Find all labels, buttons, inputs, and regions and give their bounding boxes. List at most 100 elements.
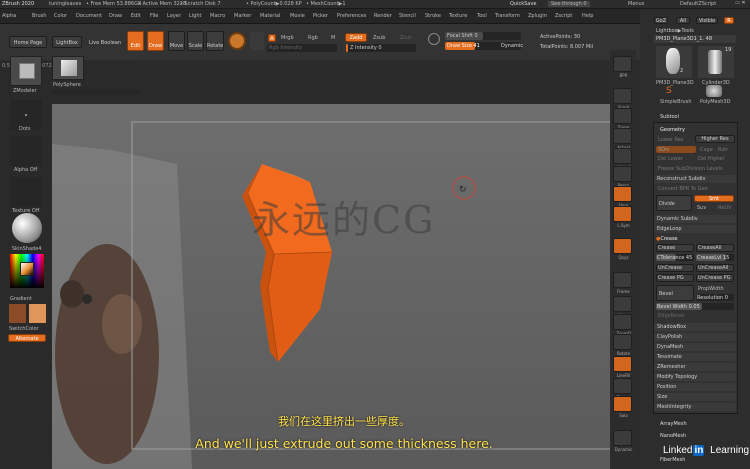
menu-alpha[interactable]: Alpha xyxy=(2,13,16,19)
actual-button[interactable]: Actual xyxy=(613,128,632,150)
menu-brush[interactable]: Brush xyxy=(32,13,46,19)
linefill-button[interactable]: LineFill xyxy=(613,356,632,378)
menu-macro[interactable]: Macro xyxy=(210,13,225,19)
frame-button[interactable]: Frame xyxy=(613,272,632,294)
menu-edit[interactable]: Edit xyxy=(131,13,141,19)
menu-color[interactable]: Color xyxy=(54,13,67,19)
menu-transform[interactable]: Transform xyxy=(495,13,520,19)
menu-marker[interactable]: Marker xyxy=(234,13,251,19)
menu-movie[interactable]: Movie xyxy=(290,13,305,19)
claypolish-button[interactable]: ClayPolish xyxy=(654,333,736,341)
modify-topology-button[interactable]: Modify Topology xyxy=(654,373,736,381)
menu-zscript[interactable]: Zscript xyxy=(555,13,572,19)
menus-toggle[interactable]: Menus xyxy=(628,1,644,7)
menu-help[interactable]: Help xyxy=(582,13,593,19)
alternate-button[interactable]: Alternate xyxy=(8,334,46,342)
uncrease-pg-button[interactable]: UnCrease PG xyxy=(696,274,734,282)
bevel-width-slider[interactable]: Bevel Width 0.05 xyxy=(656,303,734,310)
edit-button[interactable]: Edit xyxy=(127,31,144,51)
live-boolean-button[interactable]: Live Boolean xyxy=(86,36,124,48)
polymesh-icon[interactable] xyxy=(706,85,722,97)
floor-button[interactable]: Floor xyxy=(613,186,632,208)
lower-res-button[interactable]: Lower Res xyxy=(658,137,684,143)
dynamic-subdiv-button[interactable]: Dynamic Subdiv xyxy=(654,215,736,223)
zoom3d-button[interactable]: ZoomD xyxy=(613,314,632,336)
simplebrush-icon[interactable]: S xyxy=(666,86,678,96)
primary-color-swatch[interactable] xyxy=(9,304,26,323)
scroll-button[interactable]: Scroll xyxy=(613,88,632,110)
menu-stroke[interactable]: Stroke xyxy=(425,13,441,19)
aahalf-button[interactable]: AAHalf xyxy=(613,148,632,170)
zremesher-button[interactable]: ZRemesher xyxy=(654,363,736,371)
size-button[interactable]: Size xyxy=(654,393,736,401)
current-tool-slider[interactable]: PM3D_Plane3D1_1. 48 xyxy=(654,35,736,43)
meshintegrity-button[interactable]: MeshIntegrity xyxy=(654,403,736,411)
rstr-button[interactable]: Rstr xyxy=(718,147,728,153)
creaselvl-slider[interactable]: CreaseLvl 15 xyxy=(696,254,734,261)
reuv-button[interactable]: ReUV xyxy=(718,205,731,211)
edgeloop-button[interactable]: EdgeLoop xyxy=(654,225,736,233)
reconstruct-subdiv-button[interactable]: Reconstruct Subdiv xyxy=(654,175,736,183)
sdiv-slider[interactable]: SDiv xyxy=(656,146,696,153)
resolution-slider[interactable]: Resolution 0 xyxy=(696,294,734,301)
quicksave-button[interactable]: QuickSave xyxy=(510,1,536,7)
suv-toggle[interactable]: Suv xyxy=(697,205,706,211)
color-picker[interactable] xyxy=(10,254,44,288)
menu-layer[interactable]: Layer xyxy=(167,13,181,19)
dynamic-toggle[interactable]: Dynamic xyxy=(501,43,523,49)
alpha-icon[interactable] xyxy=(10,136,42,166)
secondary-color-swatch[interactable] xyxy=(29,304,46,323)
dynamesh-button[interactable]: DynaMesh xyxy=(654,343,736,351)
color-swatch-icon[interactable] xyxy=(250,32,264,50)
draw-button[interactable]: Draw xyxy=(147,31,164,51)
texture-icon[interactable] xyxy=(10,177,42,207)
lsym-button[interactable]: L.Sym xyxy=(613,206,632,228)
all-button[interactable]: All xyxy=(676,17,690,24)
uncrease-button[interactable]: UnCrease xyxy=(656,264,694,272)
tessimate-button[interactable]: Tessimate xyxy=(654,353,736,361)
zadd-toggle[interactable]: Zadd xyxy=(345,33,367,42)
draw-size-slider[interactable]: Draw Size 41 Dynamic xyxy=(445,42,523,50)
shadowbox-button[interactable]: ShadowBox xyxy=(654,323,736,331)
freeze-subdiv-button[interactable]: Freeze SubDivision Levels xyxy=(658,166,723,172)
position-button[interactable]: Position xyxy=(654,383,736,391)
material-sphere-icon[interactable] xyxy=(12,213,42,243)
menu-file[interactable]: File xyxy=(150,13,158,19)
zsub-toggle[interactable]: Zsub xyxy=(373,35,385,41)
move-button[interactable]: Move xyxy=(168,31,185,51)
ctolerance-slider[interactable]: CTolerance 45 xyxy=(656,254,694,261)
arraymesh-header[interactable]: ArrayMesh xyxy=(660,421,687,427)
convert-bpr-button[interactable]: Convert BPR To Geo xyxy=(658,186,708,192)
propwidth-toggle[interactable]: PropWidth xyxy=(698,286,724,292)
menu-stencil[interactable]: Stencil xyxy=(399,13,416,19)
smt-toggle[interactable]: Smt xyxy=(694,195,734,202)
menu-picker[interactable]: Picker xyxy=(313,13,328,19)
focal-shift-slider[interactable]: Focal Shift 0 xyxy=(445,32,521,40)
zcut-toggle[interactable]: Zcut xyxy=(400,35,411,41)
menu-texture[interactable]: Texture xyxy=(449,13,467,19)
menu-document[interactable]: Document xyxy=(76,13,102,19)
a-toggle[interactable]: A xyxy=(268,34,276,42)
bpr-button[interactable]: BPR xyxy=(613,56,632,78)
menu-light[interactable]: Light xyxy=(189,13,201,19)
divide-button[interactable]: Divide xyxy=(656,195,692,211)
menu-material[interactable]: Material xyxy=(260,13,280,19)
persp-button[interactable]: Persp xyxy=(613,166,632,188)
lightbox-button[interactable]: LightBox xyxy=(52,36,82,48)
material-sphere-icon[interactable] xyxy=(228,32,246,50)
crease-pg-button[interactable]: Crease PG xyxy=(656,274,694,282)
geometry-header[interactable]: Geometry xyxy=(660,127,685,133)
menu-preferences[interactable]: Preferences xyxy=(337,13,366,19)
mrgb-toggle[interactable]: Mrgb xyxy=(281,35,294,41)
menu-zplugin[interactable]: Zplugin xyxy=(528,13,547,19)
solo-button[interactable]: Solo xyxy=(613,396,632,418)
z-intensity-slider[interactable]: Z Intensity 0 xyxy=(346,44,416,52)
transp-button[interactable]: Transp xyxy=(613,378,632,400)
uncrease-all-button[interactable]: UnCreaseAll xyxy=(696,264,734,272)
tool-thumb-plane[interactable] xyxy=(656,46,692,78)
zmodeler-brush-icon[interactable] xyxy=(10,56,42,86)
rgb-intensity-slider[interactable]: Rgb Intensity xyxy=(267,44,337,52)
zoom-button[interactable]: Zoom xyxy=(613,108,632,130)
crease-header[interactable]: ●Crease xyxy=(656,236,678,242)
menu-draw[interactable]: Draw xyxy=(109,13,122,19)
